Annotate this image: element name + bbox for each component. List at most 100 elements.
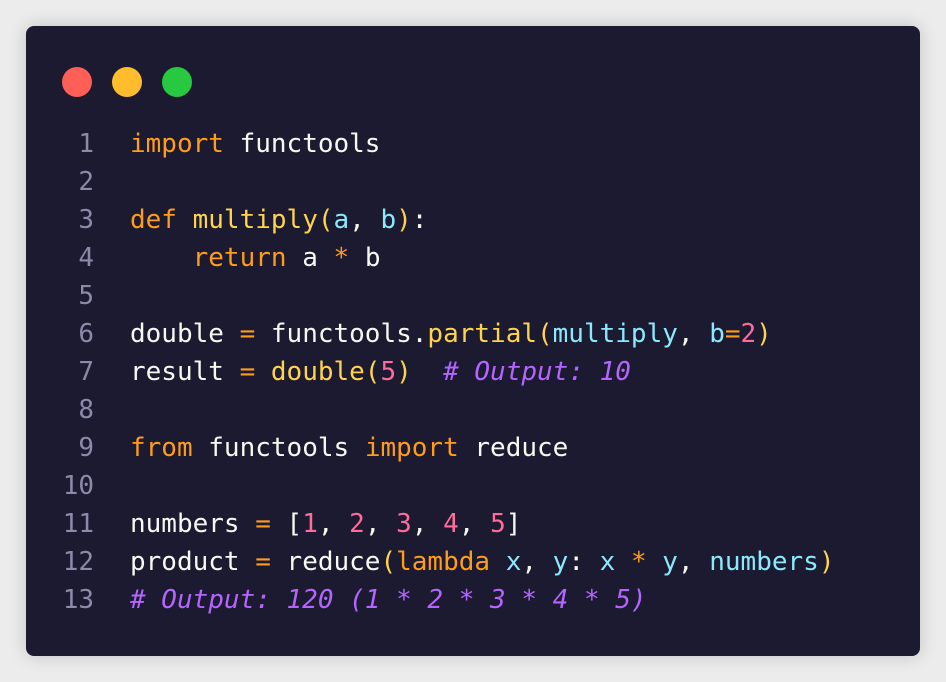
code-token: return — [192, 243, 287, 273]
code-token: functools — [192, 433, 365, 463]
code-token: * — [333, 243, 350, 273]
line-number: 11 — [62, 509, 94, 539]
code-token: , — [317, 509, 350, 539]
code-token: [ — [270, 509, 303, 539]
code-line: 13 # Output: 120 (1 * 2 * 3 * 4 * 5) — [26, 581, 920, 619]
code-token: import — [130, 129, 224, 159]
code-line: 1 import functools — [26, 125, 920, 163]
code-token: multiply — [552, 319, 678, 349]
code-text: import functools — [130, 125, 380, 163]
code-line: 9 from functools import reduce — [26, 429, 920, 467]
code-token: x — [599, 547, 616, 577]
code-token: multiply — [192, 205, 318, 235]
code-token: = — [239, 357, 256, 387]
code-token: partial( — [427, 319, 553, 349]
code-token: ( — [317, 205, 334, 235]
line-number: 10 — [62, 471, 94, 501]
code-token: x — [505, 547, 522, 577]
code-token: 2 — [740, 319, 757, 349]
code-text: # Output: 120 (1 * 2 * 3 * 4 * 5) — [130, 581, 647, 619]
code-token: = — [255, 509, 271, 539]
code-text: def multiply(a, b): — [130, 201, 427, 239]
code-token: y — [662, 547, 678, 577]
code-token: 5 — [380, 357, 397, 387]
code-token: y — [552, 547, 569, 577]
code-token: , — [677, 319, 710, 349]
code-line: 2 — [26, 163, 920, 201]
code-token: functools. — [255, 319, 428, 349]
code-text: product = reduce(lambda x, y: x * y, num… — [130, 543, 834, 581]
code-token: # Output: 10 — [443, 357, 631, 387]
line-number: 7 — [78, 357, 94, 387]
line-number: 4 — [78, 243, 94, 273]
code-text: numbers = [1, 2, 3, 4, 5] — [130, 505, 521, 543]
line-number: 6 — [78, 319, 94, 349]
code-token: , — [521, 547, 553, 577]
code-token: a — [333, 205, 350, 235]
code-text: return a * b — [130, 239, 381, 277]
code-token: reduce — [270, 547, 381, 577]
code-token: 2 — [349, 509, 365, 539]
close-button[interactable] — [62, 67, 92, 97]
code-text: result = double(5) # Output: 10 — [130, 353, 631, 391]
code-token: result — [130, 357, 240, 387]
code-token: ] — [505, 509, 522, 539]
line-number: 5 — [78, 281, 94, 311]
code-token: a — [286, 243, 334, 273]
code-line: 6 double = functools.partial(multiply, b=… — [26, 315, 920, 353]
maximize-button[interactable] — [162, 67, 192, 97]
code-token: ) — [396, 357, 412, 387]
code-token: * — [630, 547, 647, 577]
code-line: 4 return a * b — [26, 239, 920, 277]
code-line: 10 — [26, 467, 920, 505]
code-line: 11 numbers = [1, 2, 3, 4, 5] — [26, 505, 920, 543]
line-number: 12 — [62, 547, 94, 577]
code-token: , — [458, 509, 491, 539]
code-text: double = functools.partial(multiply, b=2… — [130, 315, 772, 353]
code-token: = — [255, 547, 271, 577]
line-number: 3 — [78, 205, 94, 235]
code-token: : — [568, 547, 600, 577]
code-token: b — [349, 243, 381, 273]
code-token: 5 — [490, 509, 506, 539]
code-token: double( — [270, 357, 381, 387]
code-token: b — [380, 205, 397, 235]
code-token: ) — [396, 205, 412, 235]
code-token: 3 — [396, 509, 412, 539]
code-line: 12 product = reduce(lambda x, y: x * y, n… — [26, 543, 920, 581]
code-token: import — [364, 433, 459, 463]
code-token: functools — [223, 129, 381, 159]
code-line: 3 def multiply(a, b): — [26, 201, 920, 239]
code-token: , — [677, 547, 710, 577]
code-line: 7 result = double(5) # Output: 10 — [26, 353, 920, 391]
code-token: = — [239, 319, 256, 349]
code-token: double — [130, 319, 240, 349]
code-token: 1 — [302, 509, 318, 539]
code-token: numbers — [709, 547, 819, 577]
code-line: 5 — [26, 277, 920, 315]
minimize-button[interactable] — [112, 67, 142, 97]
code-token: 4 — [443, 509, 459, 539]
window-controls — [62, 67, 192, 97]
line-number: 1 — [78, 129, 94, 159]
code-token: numbers — [130, 509, 256, 539]
code-token: , — [349, 205, 381, 235]
code-token: ( — [380, 547, 397, 577]
code-token: ) — [818, 547, 835, 577]
code-editor[interactable]: 1 import functools 2 3 def multiply(a, b): 4 … — [26, 125, 920, 619]
code-token: lambda — [396, 547, 491, 577]
code-text: from functools import reduce — [130, 429, 568, 467]
code-token: reduce — [458, 433, 569, 463]
line-number: 9 — [78, 433, 94, 463]
line-number: 13 — [62, 585, 94, 615]
code-token: , — [364, 509, 397, 539]
code-token: : — [411, 205, 428, 235]
code-token: product — [130, 547, 256, 577]
code-token: from — [130, 433, 193, 463]
